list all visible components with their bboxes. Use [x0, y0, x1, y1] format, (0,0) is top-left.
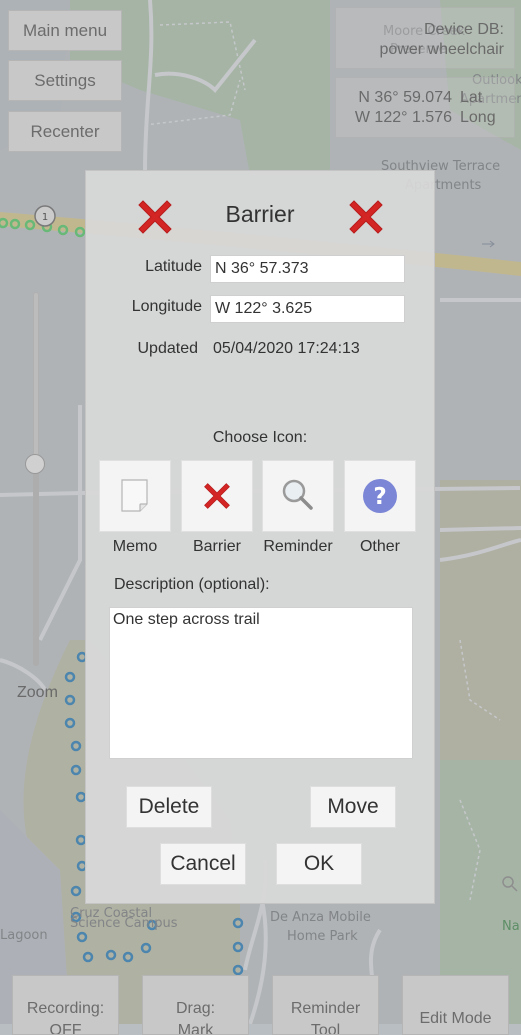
red-x-icon [204, 483, 230, 509]
zoom-slider-thumb[interactable] [25, 454, 45, 475]
updated-value: 05/04/2020 17:24:13 [213, 340, 360, 357]
lat-label: Lat [460, 89, 483, 106]
description-label: Description (optional): [114, 576, 270, 593]
ok-button[interactable]: OK [276, 843, 362, 885]
zoom-slider[interactable] [25, 292, 45, 666]
move-button[interactable]: Move [310, 786, 396, 828]
recording-toggle-button[interactable]: Recording: OFF [12, 975, 119, 1035]
long-row: W 122° 1.576 Long [336, 108, 504, 128]
device-db-label: Device DB: [423, 21, 504, 38]
icon-option-memo[interactable] [99, 460, 171, 532]
zoom-label: Zoom [17, 684, 58, 701]
button-line: OFF [49, 1022, 82, 1035]
delete-button[interactable]: Delete [126, 786, 212, 828]
settings-button[interactable]: Settings [8, 60, 122, 101]
position-panel: N 36° 59.074 Lat W 122° 1.576 Long [335, 77, 515, 138]
icon-caption-reminder: Reminder [263, 538, 333, 555]
description-input[interactable]: One step across trail [109, 607, 413, 759]
icon-caption-memo: Memo [112, 538, 158, 555]
button-line: Recording: [26, 1000, 105, 1017]
drag-mode-button[interactable]: Drag: Mark [142, 975, 249, 1035]
button-line: Reminder [290, 1000, 361, 1017]
lat-value: N 36° 59.074 [358, 89, 452, 106]
button-line: Edit Mode [419, 1010, 492, 1027]
marker-edit-dialog: Barrier Latitude Longitude Updated 05/04… [85, 170, 435, 904]
icon-option-reminder[interactable] [262, 460, 334, 532]
updated-label: Updated [137, 340, 199, 357]
device-db-value: power wheelchair [379, 41, 504, 58]
icon-option-barrier[interactable] [181, 460, 253, 532]
cancel-button[interactable]: Cancel [160, 843, 246, 885]
recenter-button[interactable]: Recenter [8, 111, 122, 152]
long-label: Long [460, 109, 496, 126]
edit-mode-button[interactable]: Edit Mode [402, 975, 509, 1035]
main-menu-button[interactable]: Main menu [8, 10, 122, 51]
red-x-icon [349, 200, 383, 234]
longitude-input[interactable] [210, 295, 405, 323]
icon-caption-barrier: Barrier [192, 538, 241, 555]
long-value: W 122° 1.576 [354, 109, 452, 126]
magnifier-icon [282, 479, 313, 510]
reminder-tool-button[interactable]: Reminder Tool [272, 975, 379, 1035]
question-icon: ? [363, 479, 397, 513]
button-line: Drag: [175, 1000, 216, 1017]
latitude-label: Latitude [145, 258, 202, 275]
button-line: Tool [310, 1022, 341, 1035]
latitude-input[interactable] [210, 255, 405, 283]
longitude-label: Longitude [131, 298, 202, 315]
button-line: Mark [177, 1022, 214, 1035]
zoom-slider-fill [33, 464, 39, 666]
lat-row: N 36° 59.074 Lat [336, 88, 504, 108]
icon-option-other[interactable]: ? [344, 460, 416, 532]
page-icon [121, 479, 148, 512]
icon-caption-other: Other [359, 538, 400, 555]
svg-text:?: ? [373, 484, 386, 510]
choose-icon-label: Choose Icon: [212, 429, 308, 446]
device-db-panel: Device DB: power wheelchair [335, 7, 515, 69]
